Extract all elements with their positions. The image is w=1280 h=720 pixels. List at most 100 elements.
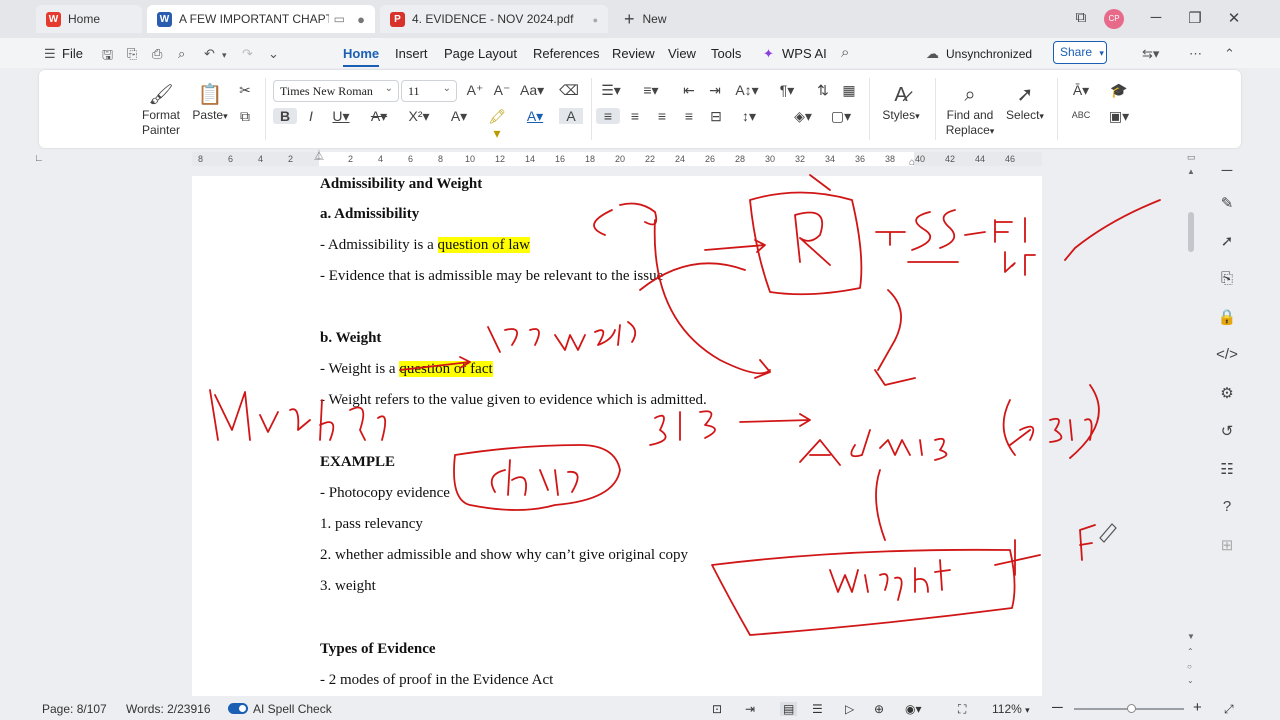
decrease-indent-icon[interactable]: ⇤: [677, 82, 701, 99]
history-icon[interactable]: ↺: [1205, 422, 1249, 440]
share-doc-icon[interactable]: ⎘: [127, 46, 137, 62]
next-page-icon[interactable]: ⌄: [1187, 676, 1194, 685]
align-left-icon[interactable]: ≡: [596, 108, 620, 124]
more-icon[interactable]: ⋯: [1189, 46, 1202, 62]
zoom-level[interactable]: 112% ▾: [992, 702, 1030, 716]
menu-wps-ai[interactable]: WPS AI: [782, 46, 827, 61]
character-shading-icon[interactable]: A: [559, 108, 583, 124]
menu-home[interactable]: Home: [343, 46, 380, 67]
document-check-icon[interactable]: ⎘: [1205, 270, 1249, 287]
scroll-down-icon[interactable]: ▼: [1187, 632, 1195, 641]
code-icon[interactable]: </>: [1205, 346, 1249, 363]
spell-check-icon[interactable]: ABC: [1069, 110, 1093, 120]
web-layout-icon[interactable]: ☰: [812, 702, 823, 716]
distributed-icon[interactable]: ⊟: [704, 108, 728, 125]
highlighter-icon[interactable]: 🖍▾: [485, 108, 509, 142]
italic-icon[interactable]: I: [299, 108, 323, 124]
font-color-icon[interactable]: A▾: [523, 108, 547, 125]
minimize-icon[interactable]: ─: [1146, 9, 1166, 26]
restore-icon[interactable]: ❐: [1185, 9, 1205, 27]
pointer-icon[interactable]: ➚: [1205, 232, 1249, 250]
document-tools-icon[interactable]: ▣▾: [1107, 108, 1131, 125]
numbering-icon[interactable]: ≡▾: [639, 82, 663, 99]
search-icon[interactable]: ⌕: [841, 44, 849, 61]
zoom-slider-thumb[interactable]: [1127, 704, 1136, 713]
avatar[interactable]: CP: [1104, 9, 1124, 29]
undo-icon[interactable]: ↶: [204, 46, 215, 62]
browse-object-icon[interactable]: ○: [1187, 662, 1192, 671]
indent-marker-icon[interactable]: ⏅: [314, 147, 324, 162]
change-case-icon[interactable]: Aa▾: [520, 82, 544, 99]
superscript-icon[interactable]: X²▾: [407, 108, 431, 125]
undo-dropdown-icon[interactable]: ▾: [222, 50, 227, 61]
sliders-icon[interactable]: ⚙: [1205, 384, 1249, 402]
track-changes-icon[interactable]: ⊡: [712, 702, 722, 716]
tab-close-dot-icon[interactable]: ●: [593, 15, 598, 25]
decrease-font-icon[interactable]: A⁻: [490, 82, 514, 99]
zoom-out-icon[interactable]: ─: [1052, 699, 1063, 716]
format-painter-button[interactable]: 🖌 Format Painter: [139, 82, 183, 138]
text-effects-icon[interactable]: A▾: [447, 108, 471, 125]
menu-file[interactable]: File: [62, 46, 83, 61]
lock-icon[interactable]: 🔒: [1205, 308, 1249, 326]
scroll-up-icon[interactable]: ▲: [1187, 167, 1195, 176]
font-name-select[interactable]: Times New Roman ⌄: [273, 80, 399, 102]
borders-icon[interactable]: ▢▾: [829, 108, 853, 125]
find-replace-button[interactable]: ⌕ Find and Replace▾: [943, 82, 997, 139]
apps-grid-icon[interactable]: ⊞: [1205, 536, 1249, 554]
fit-page-icon[interactable]: ⛶: [958, 702, 966, 717]
cut-icon[interactable]: ✂: [233, 82, 257, 99]
outline-view-icon[interactable]: ⇥: [745, 702, 755, 716]
document-page[interactable]: Admissibility and Weight a. Admissibilit…: [192, 176, 1042, 696]
close-icon[interactable]: ✕: [1224, 9, 1244, 27]
paste-button[interactable]: 📋 Paste▾: [189, 82, 231, 124]
underline-icon[interactable]: U▾: [329, 108, 353, 125]
previous-page-icon[interactable]: ⌃: [1187, 647, 1194, 656]
sort-icon[interactable]: ⇅: [811, 82, 835, 99]
share-button[interactable]: Share ▾: [1053, 41, 1107, 64]
tab-home[interactable]: W Home: [36, 5, 142, 33]
redo-icon[interactable]: ↷: [242, 46, 253, 62]
layout-options-icon[interactable]: ⇆▾: [1142, 46, 1159, 62]
play-icon[interactable]: ▷: [845, 702, 854, 716]
new-tab-button[interactable]: + New: [614, 5, 694, 33]
pencil-icon[interactable]: ✎: [1205, 194, 1249, 212]
print-icon[interactable]: ⎙: [152, 46, 162, 62]
tab-word-document[interactable]: W A FEW IMPORTANT CHAPTER ▭ ●: [147, 5, 375, 33]
hamburger-icon[interactable]: ☰: [44, 46, 56, 62]
shading-icon[interactable]: ◈▾: [791, 108, 815, 125]
split-handle-icon[interactable]: ▭: [1187, 152, 1196, 163]
vertical-scrollbar[interactable]: ▭ ▲ ▼ ⌃ ○ ⌄: [1185, 152, 1197, 694]
menu-page-layout[interactable]: Page Layout: [444, 46, 517, 61]
education-icon[interactable]: 🎓: [1107, 82, 1131, 99]
increase-font-icon[interactable]: A⁺: [463, 82, 487, 99]
spell-check-toggle[interactable]: [228, 703, 248, 714]
collapse-ribbon-icon[interactable]: ⌃: [1224, 46, 1235, 62]
bullets-icon[interactable]: ☰▾: [599, 82, 623, 99]
menu-insert[interactable]: Insert: [395, 46, 428, 61]
align-center-icon[interactable]: ≡: [623, 108, 647, 124]
window-switch-icon[interactable]: ⧉: [1071, 9, 1091, 26]
save-icon[interactable]: 🖫: [102, 46, 113, 68]
increase-indent-icon[interactable]: ⇥: [703, 82, 727, 99]
asian-layout-icon[interactable]: A↕▾: [735, 82, 759, 99]
print-preview-icon[interactable]: ⌕: [178, 46, 185, 62]
page-view-icon[interactable]: ▤: [780, 702, 798, 716]
tab-stop-icon[interactable]: ∟: [34, 153, 44, 164]
line-spacing-icon[interactable]: ↕▾: [737, 108, 761, 125]
page-count[interactable]: Page: 8/107: [42, 702, 107, 716]
tab-close-dot-icon[interactable]: ●: [357, 12, 365, 27]
justify-icon[interactable]: ≡: [677, 108, 701, 124]
table-borders-icon[interactable]: ▦: [837, 82, 861, 99]
help-icon[interactable]: ?: [1205, 498, 1249, 515]
scrollbar-thumb[interactable]: [1188, 212, 1194, 252]
collapse-panel-icon[interactable]: ─: [1205, 162, 1249, 179]
copy-icon[interactable]: ⧉: [233, 108, 257, 125]
paragraph-mark-icon[interactable]: ¶▾: [775, 82, 799, 99]
outline-icon[interactable]: ☷: [1205, 460, 1249, 478]
text-direction-icon[interactable]: Ā▾: [1069, 82, 1093, 99]
bold-icon[interactable]: B: [273, 108, 297, 124]
clear-formatting-icon[interactable]: ⌫: [557, 82, 581, 99]
styles-button[interactable]: A̷ Styles▾: [877, 82, 925, 124]
strikethrough-icon[interactable]: A▾: [367, 108, 391, 125]
